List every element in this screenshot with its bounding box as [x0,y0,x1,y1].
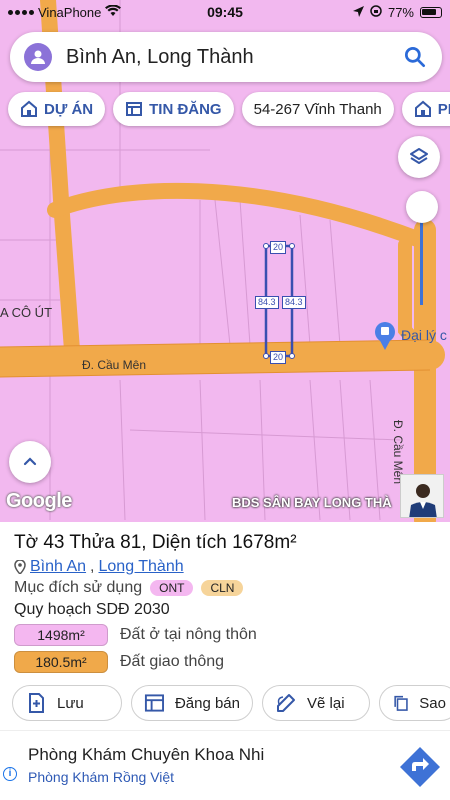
location-arrow-icon [352,5,364,20]
chevron-up-icon [23,457,37,466]
location-pin-icon [14,560,26,574]
place-label: A CÔ ÚT [0,305,53,320]
home-icon [414,100,431,117]
chip-label: DỰ ÁN [44,100,94,118]
agent-avatar[interactable] [400,474,444,518]
land-purpose-row: Mục đích sử dụng ONT CLN [14,579,436,597]
battery-icon [420,6,442,18]
ad-title[interactable]: Phòng Khám Chuyên Khoa Nhi [28,745,264,765]
directions-icon[interactable] [398,745,442,789]
battery-percent: 77% [387,4,414,20]
listing-icon [126,102,143,116]
land-use-area-badge: 180.5m² [14,651,108,673]
chip-pk[interactable]: PK [401,92,450,126]
google-logo: Google [6,490,72,512]
layers-button[interactable] [398,136,440,178]
layers-icon [410,148,428,164]
chip-label: 54-267 Vĩnh Thanh [253,100,382,118]
planning-label: Quy hoạch SDĐ 2030 [14,601,170,618]
status-bar: VinaPhone 09:45 77% [0,0,450,24]
dimension-left: 84.3 [255,296,279,309]
draw-icon [277,694,295,712]
avatar[interactable] [24,43,52,71]
wifi-icon [105,3,122,20]
ward-link[interactable]: Bình An [30,558,86,576]
search-input[interactable]: Bình An, Long Thành [66,46,402,69]
land-use-area-badge: 1498m² [14,624,108,646]
opacity-slider-track[interactable] [420,215,423,305]
post-for-sale-label: Đăng bán [174,694,240,712]
home-icon [21,100,37,117]
post-for-sale-button[interactable]: Đăng bán [131,685,253,721]
opacity-slider-handle[interactable] [406,191,438,223]
location-separator: , [90,558,95,575]
land-use-row: 1498m² Đất ở tại nông thôn [14,624,436,646]
user-icon [31,50,45,64]
poi-label: Đại lý c [401,327,447,343]
land-use-row: 180.5m² Đất giao thông [14,651,436,673]
action-buttons: Lưu Đăng bán Vẽ lại Sao [12,685,450,721]
chip-label: TIN ĐĂNG [149,100,222,118]
ad-banner[interactable]: i Phòng Khám Chuyên Khoa Nhi Phòng Khám … [0,730,450,800]
map-watermark: BDS SÂN BAY LONG THÀ [232,495,392,510]
purpose-label: Mục đích sử dụng [14,579,143,596]
district-link[interactable]: Long Thành [99,558,184,576]
ad-info-icon[interactable]: i [3,767,17,781]
chip-label: PK [437,100,450,118]
search-icon[interactable] [402,44,428,70]
copy-button[interactable]: Sao [379,685,450,721]
signal-icon [8,9,34,15]
copy-label: Sao [419,694,446,712]
clock: 09:45 [207,4,243,20]
carrier-label: VinaPhone [38,4,102,20]
purpose-tag-cln: CLN [201,580,244,596]
chip-recent-search[interactable]: 54-267 Vĩnh Thanh [241,92,394,126]
add-bookmark-icon [29,693,44,713]
parcel-location: Bình An, Long Thành [14,558,436,576]
purpose-tag-ont: ONT [150,580,194,596]
save-label: Lưu [57,694,84,712]
ad-subtitle[interactable]: Phòng Khám Rồng Việt [28,769,174,785]
parcel-title: Tờ 43 Thửa 81, Diện tích 1678m² [14,532,297,553]
dimension-bottom: 20 [270,351,287,364]
redraw-button[interactable]: Vẽ lại [262,685,370,721]
save-button[interactable]: Lưu [12,685,122,721]
copy-icon [394,695,408,711]
person-photo-icon [401,475,443,517]
filter-chips: DỰ ÁN TIN ĐĂNG 54-267 Vĩnh Thanh PK [8,92,450,126]
dimension-right: 84.3 [282,296,306,309]
street-label: Đ. Cầu Mên [82,358,147,372]
dimension-top: 20 [270,241,287,254]
chip-tin-dang[interactable]: TIN ĐĂNG [113,92,234,126]
chip-du-an[interactable]: DỰ ÁN [8,92,106,126]
listing-icon [144,694,164,712]
orientation-lock-icon [370,4,382,20]
expand-panel-button[interactable] [9,441,51,483]
search-bar[interactable]: Bình An, Long Thành [10,32,442,82]
parcel-info-panel: Tờ 43 Thửa 81, Diện tích 1678m² Bình An,… [0,522,450,730]
land-use-label: Đất giao thông [120,653,225,670]
redraw-label: Vẽ lại [307,694,345,712]
land-use-label: Đất ở tại nông thôn [120,626,257,643]
